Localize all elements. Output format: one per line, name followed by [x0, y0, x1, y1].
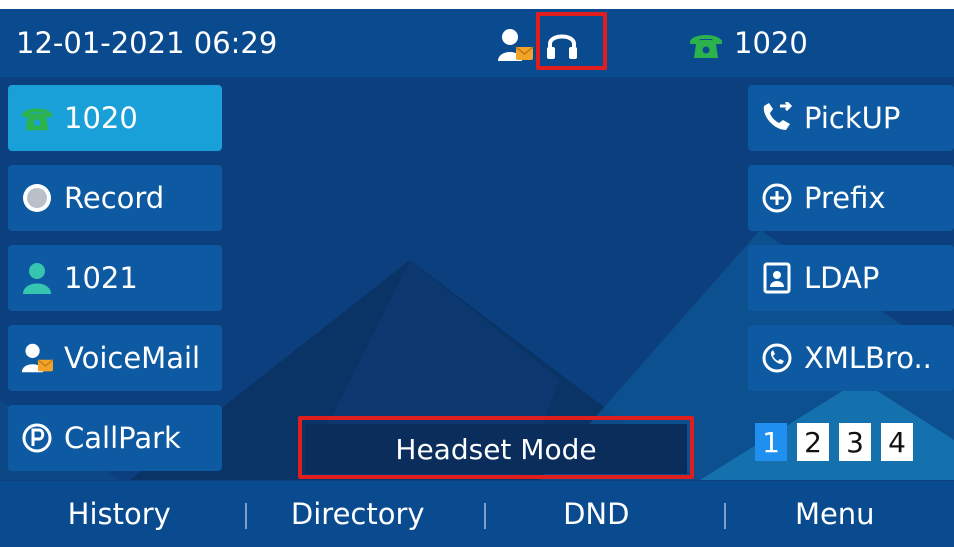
- top-border: [0, 0, 954, 9]
- line-number: 1020: [734, 26, 808, 60]
- phone-icon: [20, 101, 54, 135]
- key-label: PickUP: [804, 101, 901, 135]
- voicemail-key[interactable]: VoiceMail: [8, 325, 222, 391]
- softkey-divider: [724, 503, 726, 529]
- line-key-1020[interactable]: 1020: [8, 85, 222, 151]
- park-icon: [20, 421, 54, 455]
- softkey-menu[interactable]: Menu: [716, 481, 954, 547]
- phone-screen: 12-01-2021 06:29 1020 1020 Record 1021 V…: [0, 0, 954, 547]
- xml-browser-icon: [760, 341, 794, 375]
- page-1[interactable]: 1: [755, 423, 787, 461]
- key-label: Record: [64, 181, 165, 215]
- ldap-key[interactable]: LDAP: [748, 245, 954, 311]
- page-2[interactable]: 2: [797, 423, 829, 461]
- headset-highlight: [536, 12, 607, 70]
- page-indicator: 1 2 3 4: [755, 423, 913, 461]
- contact-icon: [20, 261, 54, 295]
- key-label: 1020: [64, 101, 138, 135]
- key-label: XMLBro..: [804, 341, 932, 375]
- key-label: CallPark: [64, 421, 181, 455]
- record-icon: [20, 181, 54, 215]
- contact-key-1021[interactable]: 1021: [8, 245, 222, 311]
- plus-circle-icon: [760, 181, 794, 215]
- record-key[interactable]: Record: [8, 165, 222, 231]
- mode-highlight: [298, 416, 694, 479]
- voicemail-icon[interactable]: [496, 27, 534, 63]
- softkey-divider: [484, 503, 486, 529]
- directory-icon: [760, 261, 794, 295]
- page-3[interactable]: 3: [839, 423, 871, 461]
- page-4[interactable]: 4: [881, 423, 913, 461]
- xml-browser-key[interactable]: XMLBro..: [748, 325, 954, 391]
- voicemail-icon: [20, 341, 54, 375]
- key-label: VoiceMail: [64, 341, 201, 375]
- phone-icon: [690, 35, 722, 58]
- key-label: Prefix: [804, 181, 886, 215]
- softkey-history[interactable]: History: [0, 481, 239, 547]
- pickup-icon: [760, 101, 794, 135]
- softkey-directory[interactable]: Directory: [239, 481, 478, 547]
- callpark-key[interactable]: CallPark: [8, 405, 222, 471]
- key-label: LDAP: [804, 261, 880, 295]
- softkey-divider: [245, 503, 247, 529]
- prefix-key[interactable]: Prefix: [748, 165, 954, 231]
- key-label: 1021: [64, 261, 138, 295]
- pickup-key[interactable]: PickUP: [748, 85, 954, 151]
- date-time: 12-01-2021 06:29: [16, 26, 278, 60]
- softkey-dnd[interactable]: DND: [477, 481, 716, 547]
- softkey-bar: History Directory DND Menu: [0, 481, 954, 547]
